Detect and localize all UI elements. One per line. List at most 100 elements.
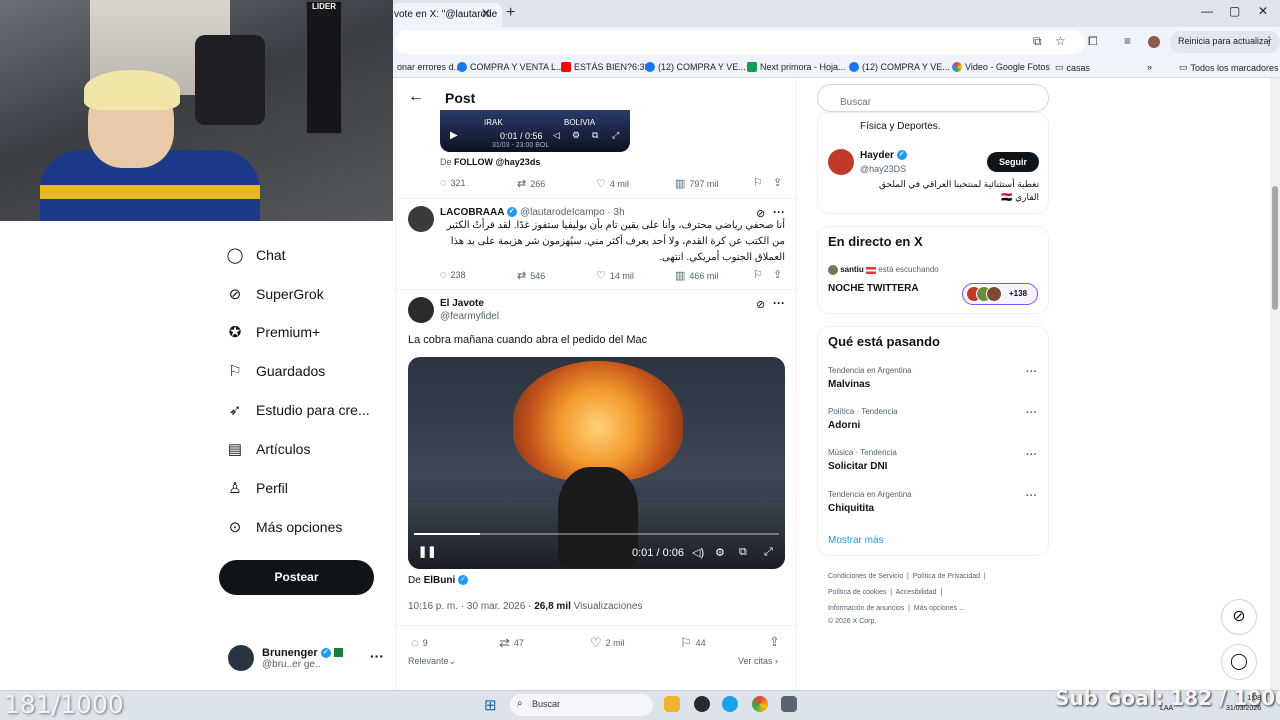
chrome-icon[interactable]: [752, 696, 768, 712]
bookmark-item[interactable]: onar errores d...: [397, 62, 461, 72]
trend-item[interactable]: Adorni: [828, 420, 860, 431]
show-more-link[interactable]: Mostrar más: [828, 535, 884, 546]
live-host[interactable]: santiu está escuchando: [828, 265, 939, 275]
grok-icon[interactable]: ⊘: [756, 298, 765, 311]
language-indicator[interactable]: LAA: [1160, 705, 1173, 712]
share-icon[interactable]: ⇪: [773, 268, 782, 281]
account-more-icon[interactable]: ···: [370, 648, 384, 664]
footer-link[interactable]: Condiciones de Servicio: [828, 573, 903, 580]
taskbar-search[interactable]: Buscar: [510, 694, 653, 716]
bookmark-button[interactable]: ⚐ 44: [680, 635, 706, 651]
fullscreen-icon[interactable]: ⤢: [764, 546, 773, 559]
see-quotes-link[interactable]: Ver citas ›: [738, 656, 778, 666]
post-video[interactable]: ❚❚ 0:01 / 0:06 ◁) ⚙ ⧉ ⤢: [408, 357, 785, 569]
scrollbar-thumb[interactable]: [1272, 186, 1278, 310]
bookmark-item[interactable]: ESTÁS BIEN?6:33: [561, 62, 650, 72]
more-bookmarks-icon[interactable]: »: [1147, 62, 1152, 72]
search-input[interactable]: [817, 84, 1049, 112]
repost-button[interactable]: ⇄ 266: [517, 177, 545, 190]
address-bar[interactable]: [395, 30, 1085, 54]
reply-button[interactable]: ◌ 238: [440, 269, 466, 281]
source-link[interactable]: FOLLOW @hay23ds: [454, 157, 540, 167]
post-button[interactable]: Postear: [219, 560, 374, 595]
repost-button[interactable]: ⇄ 47: [499, 635, 524, 651]
more-icon[interactable]: ···: [1026, 490, 1037, 502]
follow-button[interactable]: Seguir: [987, 152, 1039, 172]
pip-icon[interactable]: ⧉: [739, 546, 747, 559]
like-button[interactable]: ♡ 2 mil: [590, 635, 625, 651]
nav-profile[interactable]: ♙ Perfil: [226, 479, 288, 497]
trend-item[interactable]: Solicitar DNI: [828, 461, 887, 472]
trend-item[interactable]: Chiquitita: [828, 503, 874, 514]
space-title[interactable]: NOCHE TWITTERA: [828, 283, 919, 294]
bookmark-item[interactable]: Next primora - Hoja...: [747, 62, 846, 72]
bookmark-item[interactable]: (12) COMPRA Y VE...: [849, 62, 950, 72]
extensions-icon[interactable]: ⧠: [1088, 34, 1098, 49]
star-icon[interactable]: ☆: [1055, 34, 1066, 48]
windows-start-icon[interactable]: ⊞: [484, 696, 497, 714]
reply-button[interactable]: ◌ 321: [440, 177, 466, 189]
close-tab-icon[interactable]: ✕: [481, 6, 491, 20]
avatar[interactable]: [408, 297, 434, 323]
footer-link[interactable]: Política de Privacidad: [913, 573, 980, 580]
pause-icon[interactable]: ❚❚: [418, 545, 436, 558]
profile-icon[interactable]: [1148, 36, 1160, 48]
new-tab-icon[interactable]: +: [506, 4, 515, 22]
nav-more-options[interactable]: ⊙ Más opciones: [226, 518, 343, 536]
reply-button[interactable]: ◌ 9: [411, 635, 428, 650]
space-listeners[interactable]: +138: [962, 283, 1038, 305]
footer-link[interactable]: Información de anuncios: [828, 605, 904, 612]
source-link[interactable]: ElBuni: [424, 575, 456, 586]
footer-link[interactable]: Accesibilidad: [896, 589, 937, 596]
close-window-icon[interactable]: ✕: [1258, 4, 1268, 18]
share-icon[interactable]: ⇪: [769, 634, 780, 650]
share-icon[interactable]: ⇪: [773, 176, 782, 189]
system-clock[interactable]: 1:08 31/03/2026: [1226, 694, 1261, 714]
avatar[interactable]: [828, 149, 854, 175]
post-handle[interactable]: @fearmyfidel: [440, 311, 499, 322]
reply-author[interactable]: LACOBRAAA ✓: [440, 207, 517, 218]
like-button[interactable]: ♡ 14 mil: [596, 269, 634, 282]
menu-icon[interactable]: ⋮: [1263, 34, 1275, 48]
play-icon[interactable]: ▶: [450, 130, 458, 141]
bookmark-item[interactable]: (12) COMPRA Y VE...: [645, 62, 746, 72]
account-switcher[interactable]: Brunenger ✓ @bru..er ge..: [228, 645, 343, 671]
calculator-icon[interactable]: [781, 696, 797, 712]
bookmark-item[interactable]: Video - Google Fotos: [952, 62, 1050, 72]
edge-icon[interactable]: [722, 696, 738, 712]
bookmark-icon[interactable]: ⚐: [753, 176, 763, 189]
repost-button[interactable]: ⇄ 546: [517, 269, 545, 282]
bookmark-icon[interactable]: ⚐: [753, 268, 763, 281]
scrollbar[interactable]: [1270, 78, 1280, 690]
bookmark-folder[interactable]: ▭ casas: [1055, 62, 1090, 73]
minimize-icon[interactable]: —: [1201, 4, 1213, 18]
settings-icon[interactable]: ⚙: [572, 130, 580, 141]
more-icon[interactable]: ···: [1026, 449, 1037, 461]
footer-link[interactable]: Más opciones ...: [914, 605, 965, 612]
messages-float-button[interactable]: ◯: [1221, 644, 1257, 680]
more-icon[interactable]: ···: [1026, 366, 1037, 378]
sort-dropdown[interactable]: Relevante⌄: [408, 656, 456, 667]
install-icon[interactable]: ⧉: [1033, 34, 1042, 49]
settings-icon[interactable]: ⚙: [715, 546, 725, 559]
avatar[interactable]: [408, 206, 434, 232]
volume-icon[interactable]: ◁): [692, 546, 704, 559]
views-button[interactable]: ▥ 797 mil: [675, 177, 718, 190]
more-icon[interactable]: ···: [773, 205, 785, 219]
nav-creator-studio[interactable]: ➶ Estudio para cre...: [226, 401, 370, 419]
footer-link[interactable]: Política de cookies: [828, 589, 886, 596]
video-progress-bar[interactable]: [414, 533, 779, 535]
bookmark-item[interactable]: COMPRA Y VENTA L...: [457, 62, 564, 72]
fullscreen-icon[interactable]: ⤢: [612, 130, 619, 141]
like-button[interactable]: ♡ 4 mil: [596, 177, 629, 190]
post-author[interactable]: El Javote: [440, 298, 484, 309]
nav-articles[interactable]: ▤ Artículos: [226, 440, 311, 458]
app-icon[interactable]: [694, 696, 710, 712]
file-explorer-icon[interactable]: [664, 696, 680, 712]
more-icon[interactable]: ···: [773, 296, 785, 310]
volume-icon[interactable]: ◁: [553, 130, 560, 141]
back-arrow-icon[interactable]: ←: [408, 88, 424, 106]
pip-icon[interactable]: ⧉: [592, 130, 598, 141]
views-button[interactable]: ▥ 466 mil: [675, 269, 718, 282]
quoted-video[interactable]: IRAK BOLIVIA ▶ 0:01 / 0:56 ◁ ⚙ ⧉ ⤢ 31/03…: [440, 110, 630, 152]
